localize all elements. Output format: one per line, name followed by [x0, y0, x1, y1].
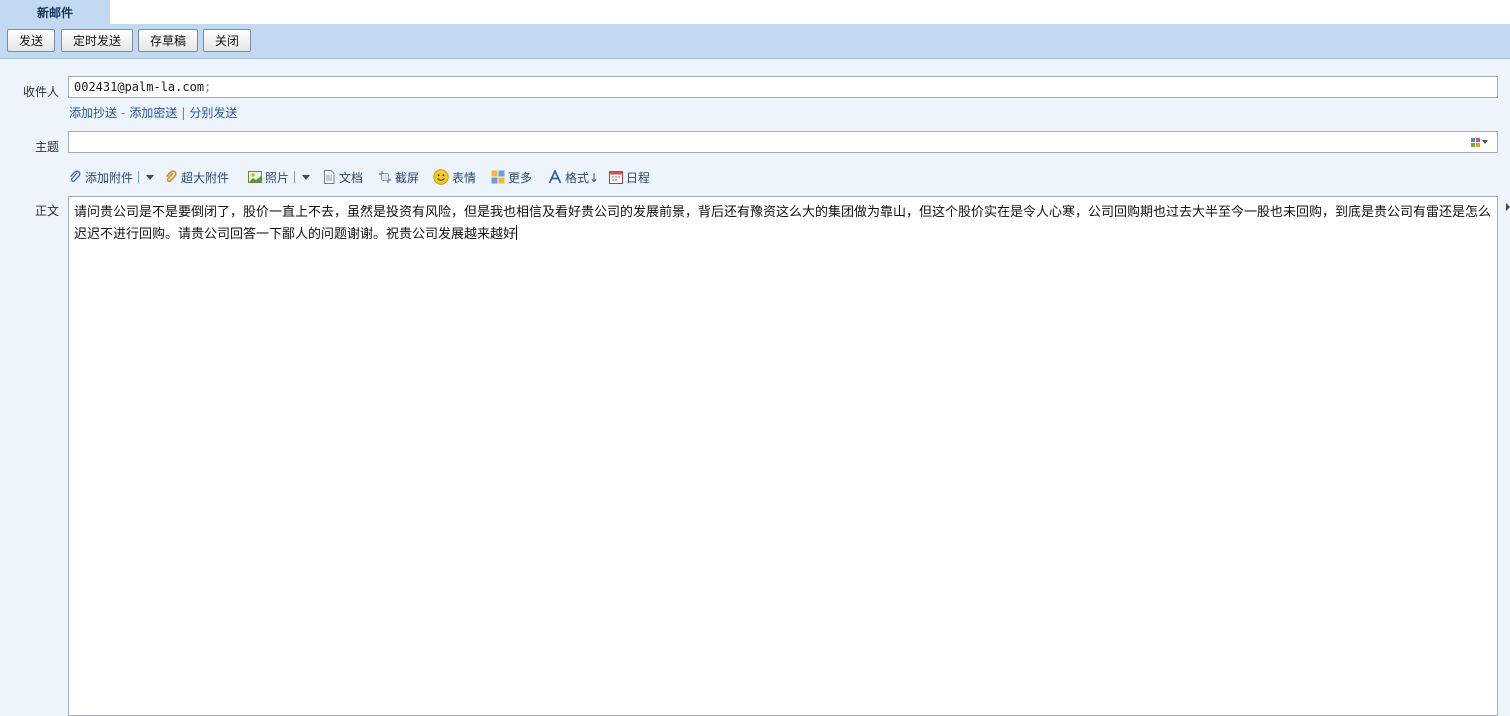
attachment-dropdown-icon[interactable]: [146, 174, 155, 180]
photo-label: 照片: [265, 170, 290, 185]
large-paperclip-icon: [164, 170, 178, 184]
add-bcc-link[interactable]: 添加密送: [129, 106, 177, 120]
scheduled-send-button[interactable]: 定时发送: [61, 29, 133, 52]
emoji-label: 表情: [452, 170, 477, 185]
subject-importance-dropdown[interactable]: [1471, 136, 1491, 148]
emoji-button[interactable]: 表情: [433, 167, 476, 187]
compose-form: 收件人 002431@palm-la.com; 添加抄送 - 添加密送 | 分别发送 主…: [0, 59, 1510, 716]
photo-dropdown-icon[interactable]: [302, 174, 311, 180]
calendar-button[interactable]: 日程: [609, 167, 650, 187]
recipients-label: 收件人: [22, 85, 59, 99]
message-body-editor[interactable]: 请问贵公司是不是要倒闭了，股价一直上不去，虽然是投资有风险，但是我也相信及看好贵…: [68, 196, 1498, 716]
add-cc-link[interactable]: 添加抄送: [69, 106, 117, 120]
large-attachment-label: 超大附件: [181, 170, 230, 185]
smiley-icon: [433, 169, 449, 185]
tab-strip: 新邮件: [0, 0, 1510, 24]
compose-toolbar: 发送 定时发送 存草稿 关闭: [0, 24, 1510, 59]
format-label: 格式↓: [565, 170, 600, 185]
subject-input[interactable]: [68, 131, 1498, 153]
recipient-options: 添加抄送 - 添加密送 | 分别发送: [69, 104, 237, 121]
recipients-field[interactable]: 002431@palm-la.com;: [68, 76, 1498, 98]
calendar-label: 日程: [626, 170, 651, 185]
document-label: 文档: [339, 170, 364, 185]
paperclip-icon: [68, 170, 82, 184]
subject-label: 主题: [34, 140, 59, 154]
calendar-icon: [609, 170, 623, 184]
photo-button[interactable]: 照片: [248, 167, 311, 187]
text-cursor: [516, 225, 518, 240]
format-toolbar: 添加附件 超大附件 照片 文档 截屏 表情 更多 格式↓ 日程: [68, 167, 968, 187]
format-button[interactable]: 格式↓: [548, 167, 599, 187]
recipient-address[interactable]: 002431@palm-la.com: [74, 80, 204, 94]
large-attachment-button[interactable]: 超大附件: [164, 167, 229, 187]
close-button[interactable]: 关闭: [203, 29, 251, 52]
scissors-icon: [378, 170, 392, 184]
grid-icon: [491, 170, 505, 184]
send-button[interactable]: 发送: [7, 29, 55, 52]
screenshot-label: 截屏: [395, 170, 420, 185]
tab-new-mail[interactable]: 新邮件: [0, 0, 110, 24]
divider: [138, 171, 140, 183]
photo-icon: [248, 170, 262, 184]
save-draft-button[interactable]: 存草稿: [138, 29, 198, 52]
message-body-text: 请问贵公司是不是要倒闭了，股价一直上不去，虽然是投资有风险，但是我也相信及看好贵…: [74, 205, 1492, 242]
font-a-icon: [548, 168, 562, 184]
recipient-separator: ;: [204, 80, 212, 94]
body-label: 正文: [34, 204, 59, 218]
document-icon: [322, 170, 336, 184]
separate-send-link[interactable]: 分别发送: [189, 106, 237, 120]
tag-grid-icon: [1471, 137, 1480, 147]
document-button[interactable]: 文档: [322, 167, 363, 187]
divider: [294, 171, 296, 183]
link-dash: -: [121, 106, 126, 120]
add-attachment-label: 添加附件: [85, 170, 134, 185]
chevron-down-icon: [1482, 140, 1488, 144]
screenshot-button[interactable]: 截屏: [378, 167, 419, 187]
more-button[interactable]: 更多: [491, 167, 532, 187]
more-label: 更多: [508, 170, 533, 185]
add-attachment-button[interactable]: 添加附件: [68, 167, 155, 187]
link-divider: |: [181, 106, 186, 120]
side-panel-toggle-icon[interactable]: [1506, 203, 1510, 211]
